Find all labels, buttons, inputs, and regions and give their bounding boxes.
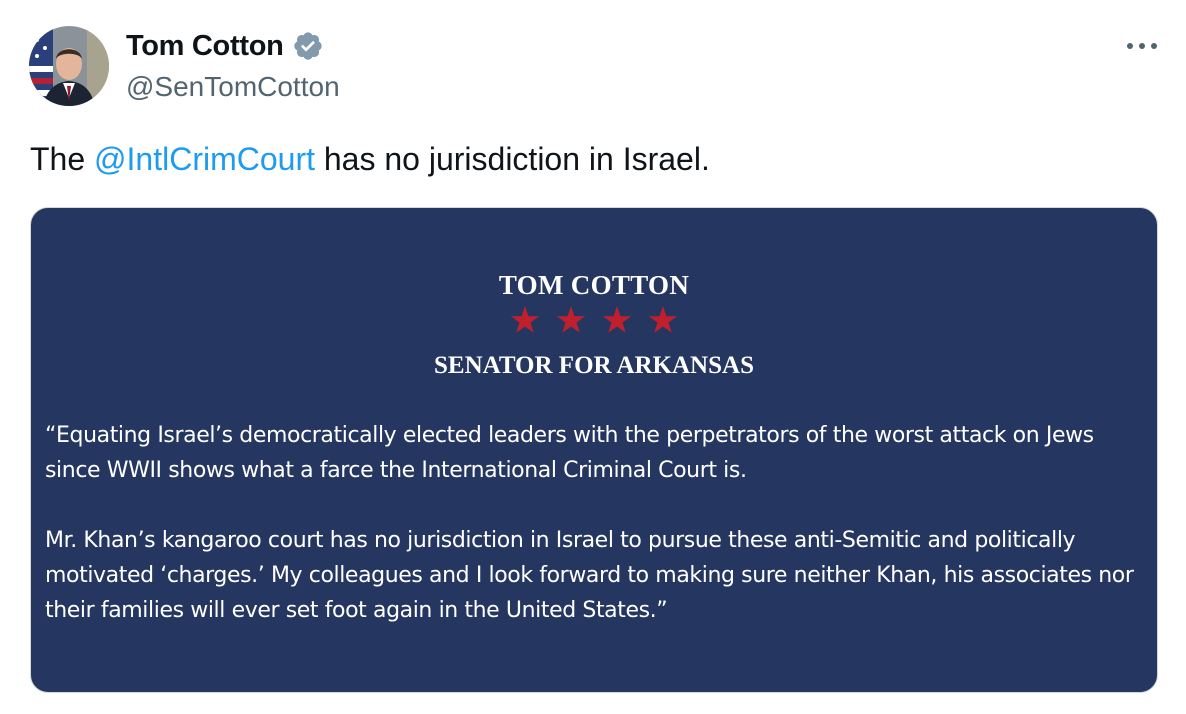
quote-paragraph: Mr. Khan’s kangaroo court has no jurisdi… xyxy=(45,528,1134,623)
star-icon xyxy=(510,306,540,333)
mention-link[interactable]: @IntlCrimCourt xyxy=(94,141,315,177)
tweet-text-before: The xyxy=(30,141,95,177)
quote-text: “Equating Israel’s democratically electe… xyxy=(45,418,1145,663)
star-icon xyxy=(602,306,632,333)
tweet-text-after: has no jurisdiction in Israel. xyxy=(314,141,710,177)
media-title: TOM COTTON xyxy=(498,270,690,300)
author-display-name[interactable]: Tom Cotton xyxy=(126,27,324,65)
stars-row xyxy=(31,306,1157,334)
tweet-media-image[interactable]: TOM COTTON SENATOR FOR ARKANSAS “Equatin… xyxy=(30,207,1158,693)
more-horizontal-icon xyxy=(1127,43,1157,49)
star-icon xyxy=(556,306,586,333)
star-icon xyxy=(648,306,678,333)
avatar-image xyxy=(29,26,109,106)
quote-paragraph: “Equating Israel’s democratically electe… xyxy=(45,423,1094,483)
media-subtitle: SENATOR FOR ARKANSAS xyxy=(434,352,754,379)
tweet-text: The @IntlCrimCourt has no jurisdiction i… xyxy=(30,138,710,180)
author-avatar[interactable] xyxy=(29,26,109,106)
author-name-text: Tom Cotton xyxy=(126,30,284,62)
verified-badge-icon[interactable] xyxy=(292,30,324,62)
more-options-button[interactable] xyxy=(1122,34,1162,58)
author-handle[interactable]: @SenTomCotton xyxy=(126,69,340,105)
